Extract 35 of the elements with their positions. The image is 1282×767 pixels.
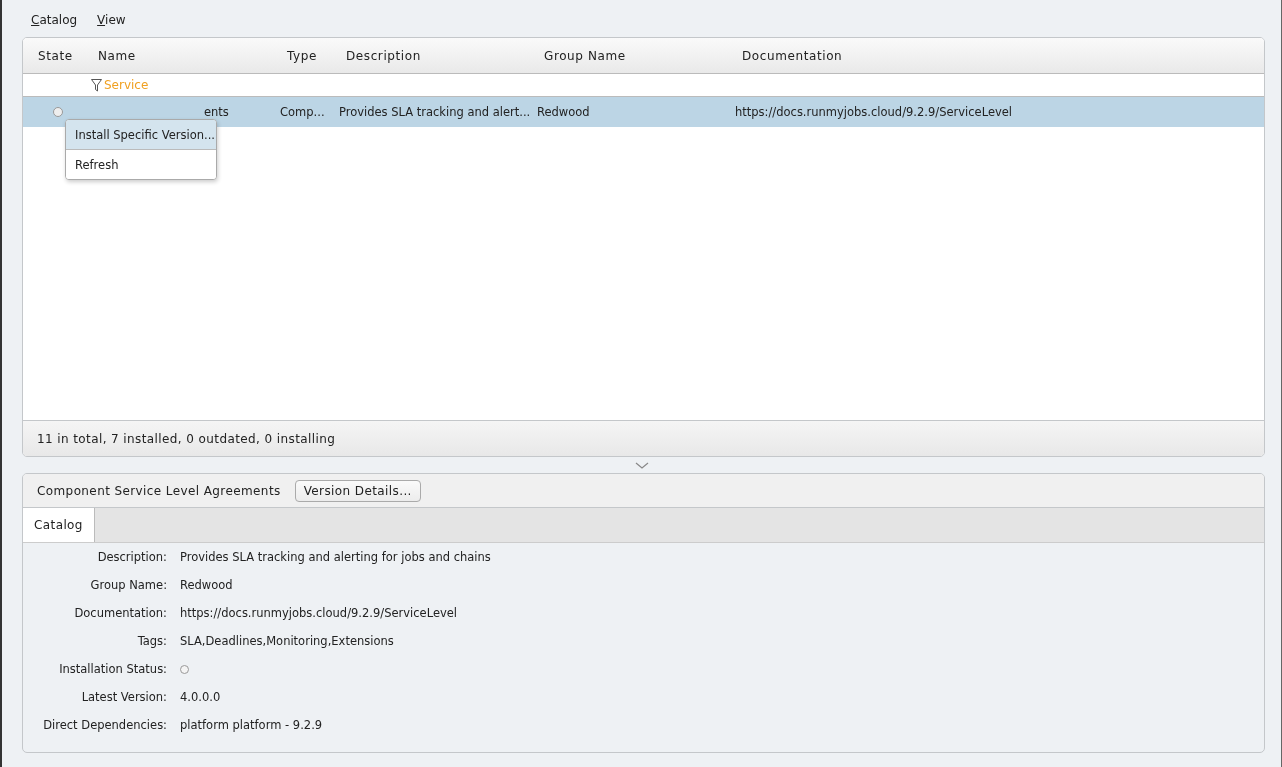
field-label: Tags:: [136, 633, 167, 650]
menu-item[interactable]: Catalog: [31, 13, 78, 37]
filter-icon[interactable]: [91, 78, 102, 92]
table-cell-text: ents: [203, 105, 230, 119]
context-menu-item[interactable]: Install Specific Version...: [66, 120, 216, 149]
field-value: 4.0.0.0: [180, 689, 222, 706]
context-menu-item[interactable]: Refresh: [66, 149, 216, 179]
field-value: platform platform - 9.2.9: [180, 717, 324, 734]
field-label: Latest Version:: [80, 689, 167, 706]
table-cell-text: Provides SLA tracking and alert...: [338, 105, 529, 119]
field-label: Direct Dependencies:: [42, 717, 167, 734]
field-value: SLA,Deadlines,Monitoring,Extensions: [180, 633, 395, 650]
column-header[interactable]: Documentation: [727, 48, 1264, 63]
column-header[interactable]: Name: [83, 48, 272, 63]
details-title: Component Service Level Agreements: [37, 483, 281, 498]
version-details-button[interactable]: Version Details...: [294, 479, 421, 502]
column-header[interactable]: Type: [272, 48, 331, 63]
field-value: Redwood: [180, 577, 234, 594]
field-label: Installation Status:: [58, 661, 167, 678]
field-value: https://docs.runmyjobs.cloud/9.2.9/ServiceLevel: [180, 605, 459, 622]
field-label: Group Name:: [89, 577, 167, 594]
table-row[interactable]: ents Comp... Provides SLA tracking and alert... Redwood https://docs.runmyjobs.cloud/9.2.9/ServiceLevel: [23, 97, 1264, 127]
column-header[interactable]: Group Name: [529, 48, 727, 63]
field-label: Documentation:: [73, 605, 167, 622]
table-cell-text: Redwood: [536, 105, 591, 119]
status-text: 11 in total, 7 installed, 0 outdated, 0 installing: [37, 431, 336, 446]
chevron-down-icon[interactable]: [634, 461, 649, 469]
field-value: Provides SLA tracking and alerting for jobs and chains: [180, 549, 492, 566]
column-header[interactable]: State: [23, 48, 83, 63]
field-label: Description:: [96, 549, 167, 566]
tab[interactable]: Catalog: [23, 508, 95, 542]
table-cell-text: Comp...: [279, 105, 326, 119]
table-cell-text: https://docs.runmyjobs.cloud/9.2.9/ServiceLevel: [734, 105, 1014, 119]
column-header[interactable]: Description: [331, 48, 529, 63]
menu-item[interactable]: View: [97, 13, 126, 37]
